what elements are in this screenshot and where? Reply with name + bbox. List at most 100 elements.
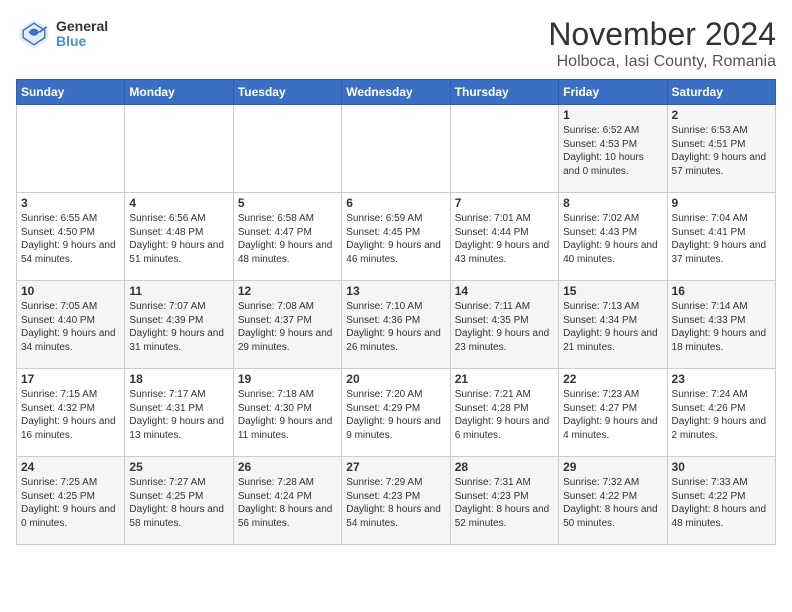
table-row: 27 Sunrise: 7:29 AM Sunset: 4:23 PM Dayli… [342,457,450,545]
table-row [125,105,233,193]
day-info: Sunrise: 6:58 AM Sunset: 4:47 PM Dayligh… [238,212,337,266]
day-info: Sunrise: 7:20 AM Sunset: 4:29 PM Dayligh… [346,388,445,442]
day-info: Sunrise: 7:23 AM Sunset: 4:27 PM Dayligh… [563,388,662,442]
day-info: Sunrise: 7:04 AM Sunset: 4:41 PM Dayligh… [672,212,771,266]
weekday-header-row: Sunday Monday Tuesday Wednesday Thursday… [17,80,776,105]
table-row [450,105,558,193]
day-number: 7 [455,196,554,210]
day-info: Sunrise: 7:08 AM Sunset: 4:37 PM Dayligh… [238,300,337,354]
table-row: 22 Sunrise: 7:23 AM Sunset: 4:27 PM Dayli… [559,369,667,457]
day-info: Sunrise: 6:55 AM Sunset: 4:50 PM Dayligh… [21,212,120,266]
table-row: 2 Sunrise: 6:53 AM Sunset: 4:51 PM Daylig… [667,105,775,193]
day-info: Sunrise: 6:59 AM Sunset: 4:45 PM Dayligh… [346,212,445,266]
table-row: 24Sunrise: 7:25 AM Sunset: 4:25 PM Dayli… [17,457,125,545]
day-number: 21 [455,372,554,386]
day-number: 29 [563,460,662,474]
day-info: Sunrise: 7:17 AM Sunset: 4:31 PM Dayligh… [129,388,228,442]
table-row: 1 Sunrise: 6:52 AM Sunset: 4:53 PM Daylig… [559,105,667,193]
day-info: Sunrise: 7:28 AM Sunset: 4:24 PM Dayligh… [238,476,337,530]
day-number: 3 [21,196,120,210]
table-row: 15Sunrise: 7:13 AM Sunset: 4:34 PM Dayli… [559,281,667,369]
day-info: Sunrise: 7:14 AM Sunset: 4:33 PM Dayligh… [672,300,771,354]
logo-icon [16,16,52,52]
day-number: 6 [346,196,445,210]
table-row: 25 Sunrise: 7:27 AM Sunset: 4:25 PM Dayli… [125,457,233,545]
day-number: 26 [238,460,337,474]
table-row: 10 Sunrise: 7:05 AM Sunset: 4:40 PM Dayli… [17,281,125,369]
table-row: 17 Sunrise: 7:15 AM Sunset: 4:32 PM Dayli… [17,369,125,457]
calendar-week-row: 1 Sunrise: 6:52 AM Sunset: 4:53 PM Daylig… [17,105,776,193]
header-wednesday: Wednesday [342,80,450,105]
day-info: Sunrise: 6:56 AM Sunset: 4:48 PM Dayligh… [129,212,228,266]
logo: General Blue [16,16,108,52]
title-block: November 2024 Holboca, Iasi County, Roma… [548,16,776,71]
table-row: 28Sunrise: 7:31 AM Sunset: 4:23 PM Dayli… [450,457,558,545]
day-number: 12 [238,284,337,298]
day-info: Sunrise: 6:52 AM Sunset: 4:53 PM Dayligh… [563,124,662,178]
day-number: 30 [672,460,771,474]
day-info: Sunrise: 7:18 AM Sunset: 4:30 PM Dayligh… [238,388,337,442]
day-info: Sunrise: 7:02 AM Sunset: 4:43 PM Dayligh… [563,212,662,266]
table-row: 12 Sunrise: 7:08 AM Sunset: 4:37 PM Dayli… [233,281,341,369]
day-info: Sunrise: 7:01 AM Sunset: 4:44 PM Dayligh… [455,212,554,266]
table-row: 9 Sunrise: 7:04 AM Sunset: 4:41 PM Daylig… [667,193,775,281]
day-number: 24 [21,460,120,474]
table-row: 8 Sunrise: 7:02 AM Sunset: 4:43 PM Daylig… [559,193,667,281]
table-row: 18 Sunrise: 7:17 AM Sunset: 4:31 PM Dayli… [125,369,233,457]
day-number: 20 [346,372,445,386]
day-number: 23 [672,372,771,386]
calendar-week-row: 3 Sunrise: 6:55 AM Sunset: 4:50 PM Daylig… [17,193,776,281]
table-row [342,105,450,193]
table-row: 6 Sunrise: 6:59 AM Sunset: 4:45 PM Daylig… [342,193,450,281]
page-header: General Blue November 2024 Holboca, Iasi… [16,16,776,71]
logo-general: General [56,19,108,34]
day-info: Sunrise: 7:10 AM Sunset: 4:36 PM Dayligh… [346,300,445,354]
day-number: 18 [129,372,228,386]
day-info: Sunrise: 7:29 AM Sunset: 4:23 PM Dayligh… [346,476,445,530]
day-number: 17 [21,372,120,386]
day-info: Sunrise: 7:32 AM Sunset: 4:22 PM Dayligh… [563,476,662,530]
table-row: 4Sunrise: 6:56 AM Sunset: 4:48 PM Daylig… [125,193,233,281]
logo-blue: Blue [56,34,108,49]
day-info: Sunrise: 7:05 AM Sunset: 4:40 PM Dayligh… [21,300,120,354]
table-row: 20 Sunrise: 7:20 AM Sunset: 4:29 PM Dayli… [342,369,450,457]
day-info: Sunrise: 6:53 AM Sunset: 4:51 PM Dayligh… [672,124,771,178]
day-info: Sunrise: 7:33 AM Sunset: 4:22 PM Dayligh… [672,476,771,530]
table-row: 3 Sunrise: 6:55 AM Sunset: 4:50 PM Daylig… [17,193,125,281]
day-number: 9 [672,196,771,210]
day-number: 27 [346,460,445,474]
day-number: 1 [563,108,662,122]
day-number: 25 [129,460,228,474]
header-saturday: Saturday [667,80,775,105]
calendar-table: Sunday Monday Tuesday Wednesday Thursday… [16,79,776,545]
header-tuesday: Tuesday [233,80,341,105]
table-row: 30 Sunrise: 7:33 AM Sunset: 4:22 PM Dayli… [667,457,775,545]
table-row: 13Sunrise: 7:10 AM Sunset: 4:36 PM Dayli… [342,281,450,369]
day-info: Sunrise: 7:07 AM Sunset: 4:39 PM Dayligh… [129,300,228,354]
day-number: 10 [21,284,120,298]
day-number: 2 [672,108,771,122]
day-number: 8 [563,196,662,210]
table-row: 7 Sunrise: 7:01 AM Sunset: 4:44 PM Daylig… [450,193,558,281]
table-row [17,105,125,193]
month-title: November 2024 [548,16,776,53]
table-row: 5Sunrise: 6:58 AM Sunset: 4:47 PM Daylig… [233,193,341,281]
table-row: 29 Sunrise: 7:32 AM Sunset: 4:22 PM Dayli… [559,457,667,545]
day-info: Sunrise: 7:13 AM Sunset: 4:34 PM Dayligh… [563,300,662,354]
day-number: 22 [563,372,662,386]
day-number: 28 [455,460,554,474]
calendar-week-row: 10 Sunrise: 7:05 AM Sunset: 4:40 PM Dayli… [17,281,776,369]
table-row: 14Sunrise: 7:11 AM Sunset: 4:35 PM Dayli… [450,281,558,369]
header-sunday: Sunday [17,80,125,105]
day-number: 16 [672,284,771,298]
day-number: 19 [238,372,337,386]
day-number: 14 [455,284,554,298]
day-info: Sunrise: 7:15 AM Sunset: 4:32 PM Dayligh… [21,388,120,442]
calendar-week-row: 24Sunrise: 7:25 AM Sunset: 4:25 PM Dayli… [17,457,776,545]
day-info: Sunrise: 7:27 AM Sunset: 4:25 PM Dayligh… [129,476,228,530]
header-thursday: Thursday [450,80,558,105]
calendar-week-row: 17 Sunrise: 7:15 AM Sunset: 4:32 PM Dayli… [17,369,776,457]
table-row: 21Sunrise: 7:21 AM Sunset: 4:28 PM Dayli… [450,369,558,457]
location-subtitle: Holboca, Iasi County, Romania [548,53,776,71]
table-row [233,105,341,193]
